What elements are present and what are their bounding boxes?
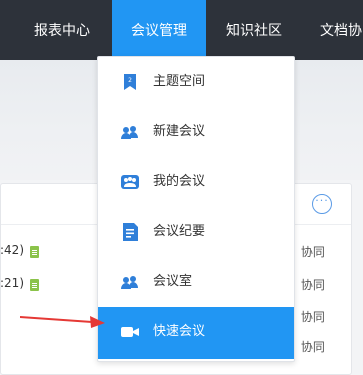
meeting-room-icon (121, 276, 138, 289)
collab-label: 协同 (300, 340, 325, 354)
collab-label: 协同 (300, 278, 325, 292)
menu-item-theme-space[interactable]: 2 主题空间 (98, 57, 294, 107)
nav-meeting-management[interactable]: 会议管理 (112, 0, 206, 60)
list-item-time: :42) (0, 243, 24, 257)
video-camera-icon (121, 327, 139, 337)
menu-item-label: 我的会议 (153, 174, 206, 189)
menu-item-my-meeting[interactable]: 我的会议 (98, 157, 294, 207)
list-item-time: :21) (0, 276, 24, 290)
document-icon[interactable] (30, 246, 39, 258)
new-meeting-icon (121, 126, 138, 139)
menu-item-label: 快速会议 (153, 324, 206, 339)
nav-knowledge-community[interactable]: 知识社区 (226, 0, 282, 60)
nav-document-collab[interactable]: 文档协 (320, 0, 362, 60)
nav-report-center[interactable]: 报表中心 (34, 0, 90, 60)
menu-item-label: 会议纪要 (153, 224, 206, 239)
document-icon[interactable] (30, 279, 39, 291)
collab-label: 协同 (300, 310, 325, 324)
my-meeting-icon (121, 175, 139, 189)
collab-label: 协同 (300, 245, 325, 259)
menu-item-quick-meeting[interactable]: 快速会议 (98, 307, 294, 359)
minutes-icon (123, 223, 138, 241)
menu-item-meeting-room[interactable]: 会议室 (98, 257, 294, 307)
menu-item-label: 主题空间 (153, 74, 206, 89)
top-navigation-bar: 报表中心 会议管理 知识社区 文档协 (0, 0, 363, 60)
more-options-button[interactable]: ··· (312, 194, 332, 214)
annotation-arrow-icon (20, 316, 105, 328)
menu-item-new-meeting[interactable]: 新建会议 (98, 107, 294, 157)
menu-item-label: 会议室 (153, 274, 193, 289)
menu-item-label: 新建会议 (153, 124, 206, 139)
svg-text:2: 2 (128, 77, 132, 84)
menu-item-meeting-minutes[interactable]: 会议纪要 (98, 207, 294, 257)
meeting-management-dropdown: 2 主题空间 新建会议 我的会议 会议纪要 会议室 快速会议 (97, 56, 295, 362)
theme-space-icon: 2 (124, 74, 136, 90)
